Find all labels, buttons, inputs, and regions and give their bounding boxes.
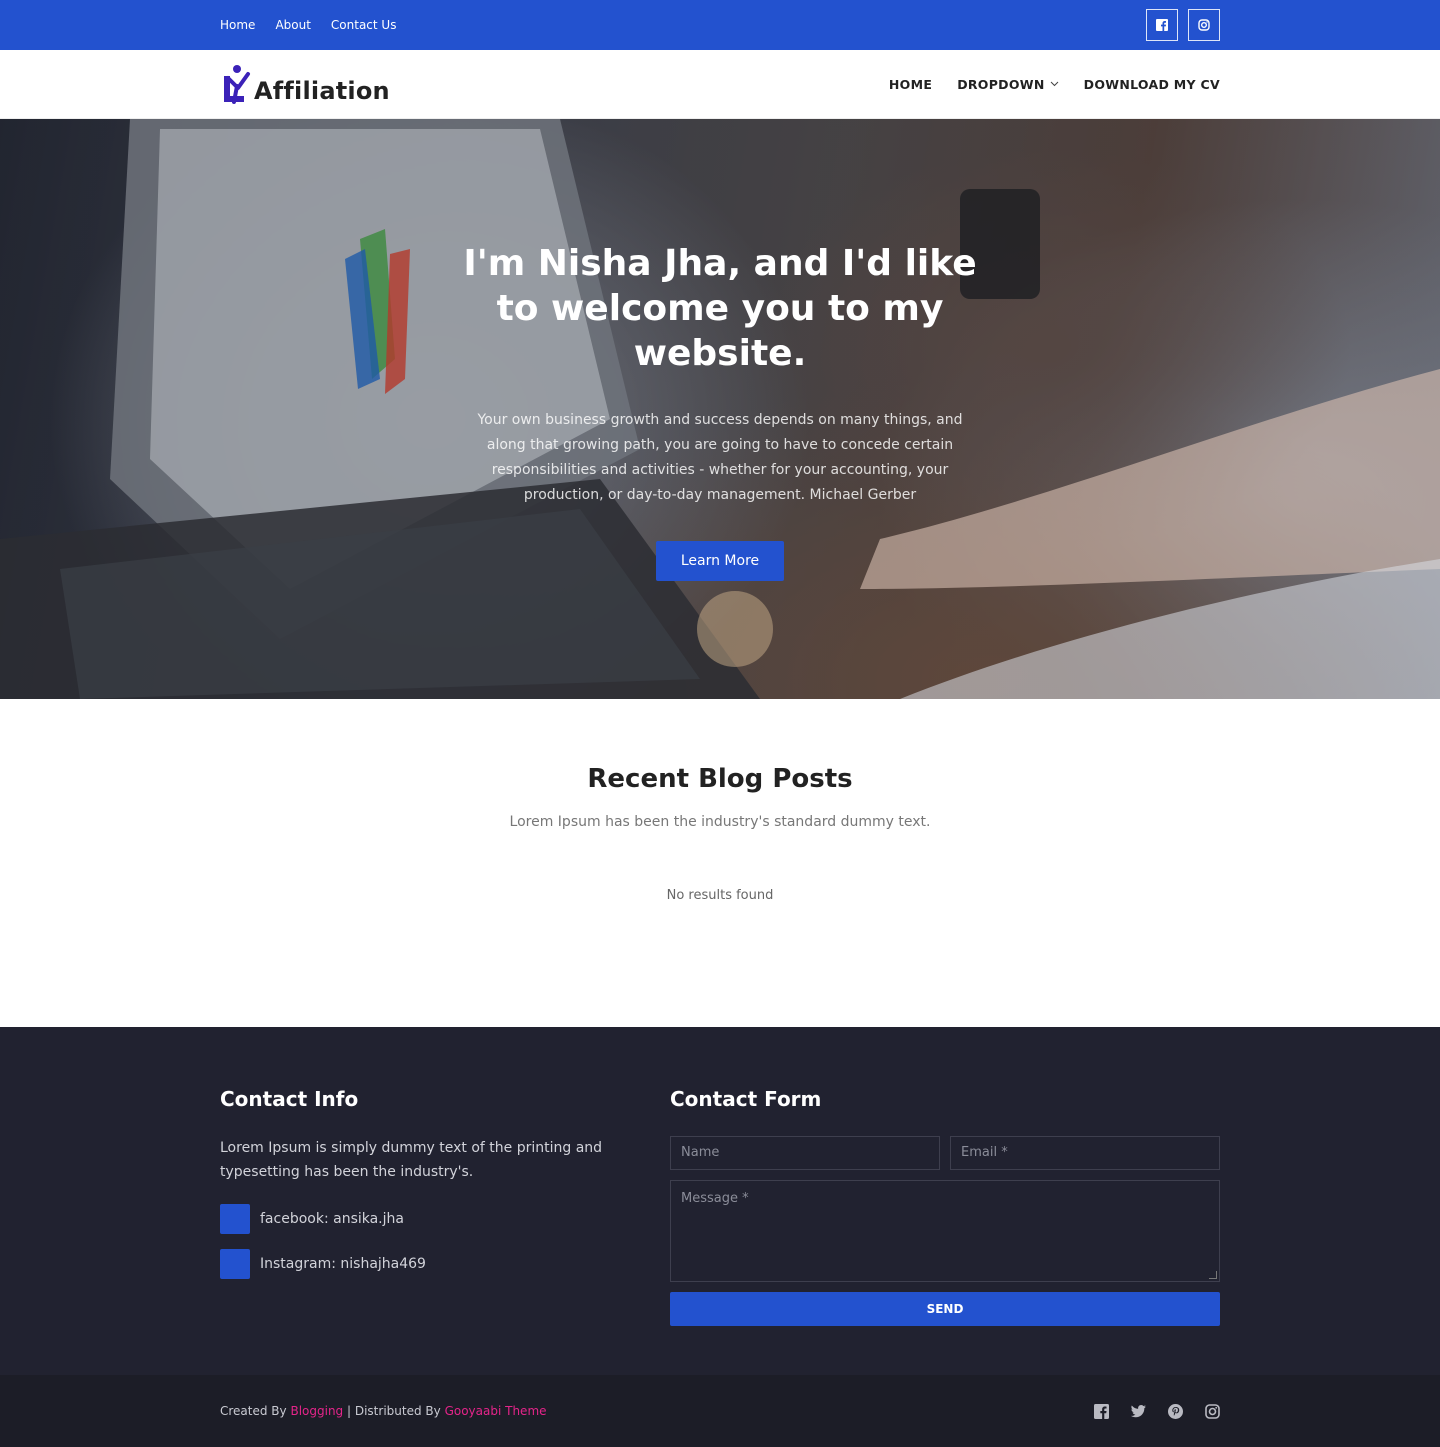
top-link-about[interactable]: About — [275, 18, 310, 32]
top-facebook-button[interactable] — [1146, 9, 1178, 41]
facebook-icon — [220, 1204, 250, 1234]
logo-text: Affiliation — [254, 77, 390, 105]
blog-title: Recent Blog Posts — [587, 764, 853, 794]
contact-item-facebook: facebook: ansika.jha — [220, 1204, 620, 1234]
nav-dropdown-label: DROPDOWN — [957, 76, 1045, 92]
main-nav: HOME DROPDOWN DOWNLOAD MY CV — [889, 77, 1220, 92]
site-header: Affiliation HOME DROPDOWN DOWNLOAD MY CV — [0, 50, 1440, 119]
facebook-icon[interactable] — [1094, 1403, 1109, 1419]
message-field[interactable]: Message * — [670, 1180, 1220, 1282]
footer-credit: Created By Blogging | Distributed By Goo… — [220, 1404, 547, 1418]
contact-form: Contact Form Name Email * Message * SEND — [670, 1087, 1220, 1326]
top-instagram-button[interactable] — [1188, 9, 1220, 41]
nav-home[interactable]: HOME — [889, 77, 932, 92]
contact-item-instagram: Instagram: nishajha469 — [220, 1249, 620, 1279]
blog-subtitle: Lorem Ipsum has been the industry's stan… — [509, 814, 931, 830]
instagram-icon — [220, 1249, 250, 1279]
top-bar: Home About Contact Us — [0, 0, 1440, 50]
instagram-icon[interactable] — [1205, 1403, 1220, 1419]
twitter-icon[interactable] — [1131, 1404, 1146, 1418]
learn-more-button[interactable]: Learn More — [655, 541, 785, 581]
nav-home-label: HOME — [888, 76, 933, 92]
contact-facebook-text: facebook: ansika.jha — [260, 1211, 404, 1227]
nav-dropdown[interactable]: DROPDOWN — [957, 77, 1058, 92]
contact-form-title: Contact Form — [670, 1087, 822, 1111]
logo-mark-icon — [224, 65, 250, 104]
no-results-text: No results found — [666, 888, 774, 903]
email-field[interactable]: Email * — [950, 1136, 1220, 1170]
name-field[interactable]: Name — [670, 1136, 940, 1170]
contact-section: Contact Info Lorem Ipsum is simply dummy… — [0, 1027, 1440, 1375]
credit-distributed-by: | Distributed By — [347, 1404, 441, 1418]
top-link-contact[interactable]: Contact Us — [331, 18, 397, 32]
form-row: Name Email * — [670, 1136, 1220, 1170]
top-social — [1146, 9, 1220, 41]
footer-social — [1094, 1403, 1220, 1419]
blog-section: Recent Blog Posts Lorem Ipsum has been t… — [0, 699, 1440, 1027]
site-footer: Created By Blogging | Distributed By Goo… — [0, 1375, 1440, 1447]
hero-text: Your own business growth and success dep… — [477, 412, 963, 503]
hero-section: I'm Nisha Jha, and I'd like to welcome y… — [0, 119, 1440, 699]
facebook-icon — [1156, 19, 1168, 31]
contact-info-title: Contact Info — [220, 1087, 359, 1111]
message-placeholder: Message * — [681, 1191, 749, 1206]
contact-info: Contact Info Lorem Ipsum is simply dummy… — [220, 1087, 620, 1326]
contact-info-text: Lorem Ipsum is simply dummy text of the … — [220, 1140, 603, 1180]
pinterest-icon[interactable] — [1168, 1403, 1183, 1419]
top-links: Home About Contact Us — [220, 18, 396, 32]
site-logo[interactable]: Affiliation — [220, 64, 390, 104]
chevron-down-icon — [1050, 81, 1058, 87]
contact-instagram-text: Instagram: nishajha469 — [260, 1256, 426, 1272]
credit-blogging-link[interactable]: Blogging — [290, 1404, 343, 1418]
send-button[interactable]: SEND — [670, 1292, 1220, 1326]
hero-title: I'm Nisha Jha, and I'd like to welcome y… — [463, 243, 977, 374]
credit-created-by: Created By — [220, 1404, 287, 1418]
top-link-home[interactable]: Home — [220, 18, 255, 32]
instagram-icon — [1198, 19, 1210, 31]
credit-theme-link[interactable]: Gooyaabi Theme — [445, 1404, 547, 1418]
hero-content: I'm Nisha Jha, and I'd like to welcome y… — [0, 241, 1440, 581]
nav-download-cv[interactable]: DOWNLOAD MY CV — [1084, 77, 1220, 92]
nav-download-cv-label: DOWNLOAD MY CV — [1083, 76, 1220, 92]
resize-handle[interactable] — [1209, 1271, 1217, 1279]
